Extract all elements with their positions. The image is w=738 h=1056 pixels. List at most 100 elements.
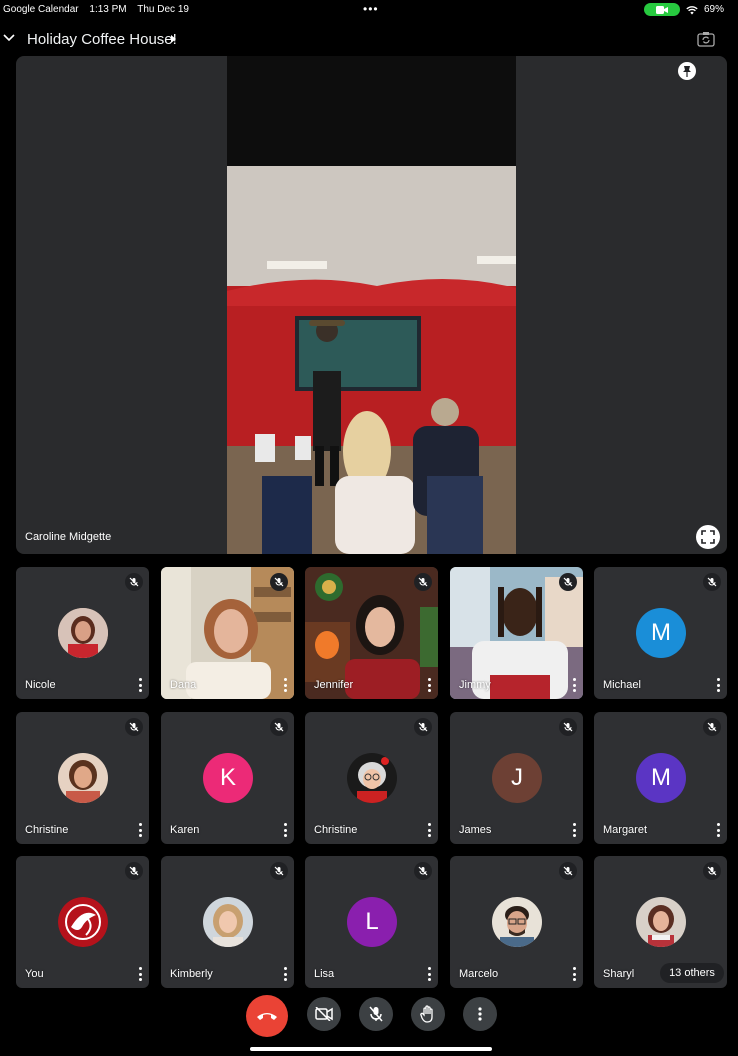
participant-name: Sharyl	[603, 968, 635, 980]
more-options-icon[interactable]	[283, 823, 287, 837]
avatar-initial: M	[636, 753, 686, 803]
more-options-icon[interactable]	[572, 823, 576, 837]
mic-off-icon	[125, 718, 143, 736]
participant-tile[interactable]: Kimberly	[161, 856, 294, 988]
participant-tile[interactable]: Dana	[161, 567, 294, 699]
mic-off-icon	[559, 862, 577, 880]
avatar	[58, 753, 108, 803]
more-options-icon[interactable]	[138, 967, 142, 981]
hand-icon	[420, 1005, 433, 1023]
spotlight-name: Caroline Midgette	[25, 531, 112, 543]
mic-toggle-button[interactable]	[359, 997, 393, 1031]
avatar-initial: K	[203, 753, 253, 803]
chevron-down-icon[interactable]	[2, 31, 16, 45]
mic-off-icon	[703, 862, 721, 880]
participant-name: You	[25, 968, 44, 980]
more-options-icon[interactable]	[283, 678, 287, 692]
end-call-button[interactable]	[246, 995, 288, 1037]
more-options-button[interactable]	[463, 997, 497, 1031]
mic-off-icon	[270, 862, 288, 880]
avatar	[636, 897, 686, 947]
mic-off-icon	[703, 718, 721, 736]
participant-tile[interactable]: Jennifer	[305, 567, 438, 699]
participant-tile[interactable]: Jimmy	[450, 567, 583, 699]
avatar-initial: M	[636, 608, 686, 658]
mic-off-icon	[703, 573, 721, 591]
more-options-icon[interactable]	[427, 678, 431, 692]
status-bar: Google Calendar 1:13 PM Thu Dec 19 ••• 6…	[0, 0, 738, 20]
multitasking-dots-icon[interactable]: •••	[363, 2, 379, 16]
participant-tile[interactable]: M Margaret	[594, 712, 727, 844]
participant-name: Margaret	[603, 824, 648, 836]
spotlight-tile[interactable]: Caroline Midgette	[16, 56, 727, 554]
participant-name: Marcelo	[459, 968, 499, 980]
more-options-icon[interactable]	[138, 823, 142, 837]
participant-name: Michael	[603, 679, 641, 691]
mic-off-icon	[414, 573, 432, 591]
participant-name: Christine	[314, 824, 358, 836]
camera-toggle-button[interactable]	[307, 997, 341, 1031]
participant-tile[interactable]: Nicole	[16, 567, 149, 699]
more-options-icon[interactable]	[716, 823, 720, 837]
participant-tile[interactable]: You	[16, 856, 149, 988]
participant-name: Jimmy	[459, 679, 491, 691]
avatar	[58, 608, 108, 658]
participant-name: Lisa	[314, 968, 335, 980]
mic-off-icon	[414, 718, 432, 736]
others-count-button[interactable]: 13 others	[660, 963, 724, 983]
participant-tile[interactable]: Christine	[16, 712, 149, 844]
camera-in-use-icon	[643, 3, 680, 16]
mic-off-icon	[414, 862, 432, 880]
more-options-icon[interactable]	[572, 967, 576, 981]
pin-icon[interactable]	[678, 62, 696, 80]
participant-name: Dana	[170, 679, 197, 691]
call-controls	[0, 995, 738, 1039]
mic-off-icon	[369, 1006, 383, 1022]
avatar-initial: L	[347, 897, 397, 947]
participant-name: Nicole	[25, 679, 56, 691]
mic-off-icon	[559, 718, 577, 736]
wifi-icon	[686, 5, 698, 14]
switch-camera-icon[interactable]	[697, 31, 715, 47]
participant-tile[interactable]: L Lisa	[305, 856, 438, 988]
status-time: 1:13 PM	[89, 4, 127, 15]
mic-off-icon	[270, 573, 288, 591]
mic-off-icon	[125, 862, 143, 880]
back-to-app-label[interactable]: Google Calendar	[3, 4, 79, 15]
phone-hangup-icon	[257, 1013, 277, 1020]
raise-hand-button[interactable]	[411, 997, 445, 1031]
participant-name: Jennifer	[314, 679, 354, 691]
more-options-icon[interactable]	[427, 967, 431, 981]
participant-tile[interactable]: J James	[450, 712, 583, 844]
more-options-icon[interactable]	[716, 678, 720, 692]
more-options-icon[interactable]	[427, 823, 431, 837]
caret-right-icon[interactable]	[171, 35, 176, 43]
avatar	[347, 753, 397, 803]
more-options-icon[interactable]	[572, 678, 576, 692]
participant-tile[interactable]: M Michael	[594, 567, 727, 699]
status-date: Thu Dec 19	[137, 4, 189, 15]
meeting-title[interactable]: Holiday Coffee House!	[27, 31, 177, 48]
participant-name: James	[459, 824, 492, 836]
spotlight-video	[227, 56, 516, 554]
participant-name: Karen	[170, 824, 200, 836]
mic-off-icon	[125, 573, 143, 591]
participant-tile[interactable]: Marcelo	[450, 856, 583, 988]
participant-name: Kimberly	[170, 968, 213, 980]
participant-tile[interactable]: K Karen	[161, 712, 294, 844]
more-options-icon[interactable]	[283, 967, 287, 981]
avatar	[203, 897, 253, 947]
avatar-initial: J	[492, 753, 542, 803]
meeting-header: Holiday Coffee House!	[0, 28, 738, 52]
mic-off-icon	[270, 718, 288, 736]
avatar	[492, 897, 542, 947]
fullscreen-icon[interactable]	[696, 525, 720, 549]
battery-percent: 69%	[703, 4, 724, 15]
more-options-icon[interactable]	[138, 678, 142, 692]
status-left: Google Calendar 1:13 PM Thu Dec 19	[3, 4, 197, 15]
status-right: 69%	[643, 3, 724, 16]
home-indicator[interactable]	[250, 1047, 492, 1051]
participant-name: Christine	[25, 824, 69, 836]
participant-tile[interactable]: Christine	[305, 712, 438, 844]
avatar	[58, 897, 108, 947]
